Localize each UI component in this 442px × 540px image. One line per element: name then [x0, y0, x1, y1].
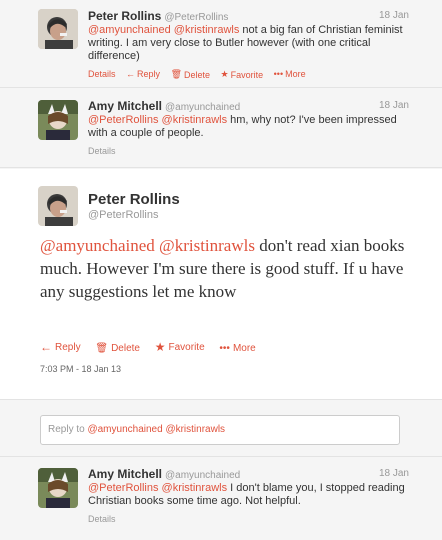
author-name[interactable]: Peter Rollins @PeterRollins: [88, 9, 228, 23]
reply-icon: ←: [126, 69, 136, 79]
tweet-text: @PeterRollins @kristinrawls hm, why not?…: [88, 114, 397, 139]
tweet-text: @amyunchained @kristinrawls not a big fa…: [88, 24, 403, 62]
star-icon: ★: [220, 69, 229, 79]
reply-area: Reply to @amyunchained @kristinrawls: [0, 401, 442, 457]
mention-links[interactable]: @PeterRollins @kristinrawls: [88, 482, 227, 494]
avatar[interactable]: [38, 9, 78, 49]
avatar[interactable]: [38, 100, 78, 140]
tweet-item[interactable]: Amy Mitchell @amyunchained 18 Jan @PeterR…: [0, 89, 442, 168]
tweet-conversation: Peter Rollins @PeterRollins 18 Jan @amyun…: [0, 0, 442, 540]
author-handle[interactable]: @PeterRollins: [164, 12, 228, 23]
tweet-text: @amyunchained @kristinrawls don't read x…: [40, 236, 405, 301]
favorite-button[interactable]: ★ Favorite: [221, 69, 264, 80]
details-link[interactable]: Details: [88, 69, 116, 79]
more-button[interactable]: ••• More: [274, 69, 306, 79]
avatar[interactable]: [38, 468, 78, 508]
tweet-date[interactable]: 18 Jan: [379, 468, 409, 479]
mention-links[interactable]: @amyunchained @kristinrawls: [40, 236, 255, 255]
author-handle[interactable]: @PeterRollins: [88, 209, 158, 221]
author-handle[interactable]: @amyunchained: [165, 102, 240, 113]
tweet-item[interactable]: Peter Rollins @PeterRollins 18 Jan @amyun…: [0, 0, 442, 88]
tweet-actions: Details ← Reply 🗑 Delete ★ Favorite ••• More: [88, 69, 314, 80]
tweet-item[interactable]: Amy Mitchell @amyunchained 18 Jan @PeterR…: [0, 457, 442, 540]
tweet-text: @PeterRollins @kristinrawls I don't blam…: [88, 482, 405, 507]
author-name[interactable]: Amy Mitchell @amyunchained: [88, 467, 240, 481]
author-name[interactable]: Peter Rollins: [88, 191, 180, 208]
star-icon: ★: [154, 340, 166, 354]
expanded-tweet: Peter Rollins @PeterRollins @amyunchaine…: [0, 169, 442, 400]
delete-button[interactable]: 🗑 Delete: [171, 69, 210, 80]
mention-links[interactable]: @PeterRollins @kristinrawls: [88, 114, 227, 126]
details-link[interactable]: Details: [88, 514, 116, 524]
trash-icon: 🗑: [95, 343, 109, 354]
reply-button[interactable]: ← Reply: [40, 340, 81, 354]
tweet-timestamp[interactable]: 7:03 PM - 18 Jan 13: [40, 364, 121, 374]
tweet-date[interactable]: 18 Jan: [379, 100, 409, 111]
delete-button[interactable]: 🗑 Delete: [95, 343, 140, 354]
more-icon: •••: [219, 343, 230, 354]
reply-button[interactable]: ← Reply: [126, 69, 160, 79]
favorite-button[interactable]: ★ Favorite: [155, 340, 205, 354]
avatar[interactable]: [38, 186, 78, 226]
author-name[interactable]: Amy Mitchell @amyunchained: [88, 99, 240, 113]
tweet-actions: ← Reply 🗑 Delete ★ Favorite ••• More: [40, 340, 268, 354]
more-icon: •••: [273, 69, 284, 79]
reply-icon: ←: [40, 340, 52, 354]
details-link[interactable]: Details: [88, 146, 116, 156]
mention-links[interactable]: @amyunchained @kristinrawls: [88, 24, 239, 36]
author-handle[interactable]: @amyunchained: [165, 470, 240, 481]
reply-input[interactable]: Reply to @amyunchained @kristinrawls: [40, 415, 400, 445]
trash-icon: 🗑: [170, 69, 182, 79]
tweet-date[interactable]: 18 Jan: [379, 10, 409, 21]
more-button[interactable]: ••• More: [219, 343, 255, 354]
